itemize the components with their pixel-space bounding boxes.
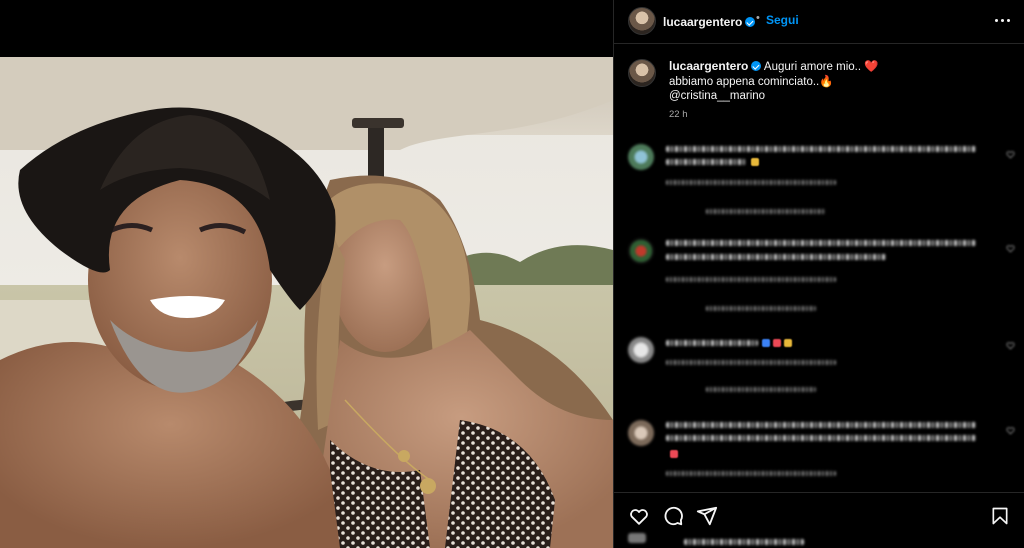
more-options-icon[interactable] — [995, 19, 1011, 23]
post-image — [0, 0, 613, 548]
view-replies-link[interactable] — [706, 387, 816, 392]
heart-icon[interactable] — [628, 505, 650, 527]
like-comment-icon[interactable] — [1006, 426, 1015, 435]
emoji-icon — [670, 450, 678, 458]
comment-meta — [666, 471, 836, 476]
likes-summary[interactable] — [684, 539, 804, 545]
caption-text: lucaargentero Auguri amore mio.. ❤️ abbi… — [669, 59, 1009, 104]
comment-text — [666, 159, 746, 165]
comment-meta — [666, 360, 836, 365]
separator-dot: • — [756, 12, 760, 24]
author-name-row: lucaargentero — [663, 13, 756, 31]
post-sidebar: lucaargentero • Segui lucaargentero Augu… — [613, 0, 1024, 548]
emoji-icon — [762, 339, 770, 347]
like-comment-icon[interactable] — [1006, 244, 1015, 253]
comment-text — [666, 422, 976, 428]
caption-username[interactable]: lucaargentero — [669, 59, 748, 73]
view-replies-link[interactable] — [706, 306, 816, 311]
emoji-icon — [784, 339, 792, 347]
comment-meta — [666, 277, 836, 282]
comment-text — [666, 435, 976, 441]
author-avatar[interactable] — [628, 7, 656, 35]
caption-mention[interactable]: @cristina__marino — [669, 89, 1009, 104]
comment-avatar[interactable] — [628, 420, 654, 446]
comment-meta — [666, 180, 836, 185]
post-photo — [0, 0, 613, 548]
fire-emoji: 🔥 — [819, 75, 834, 88]
comment-text — [666, 340, 758, 346]
comment-avatar[interactable] — [628, 238, 654, 264]
verified-badge-icon — [745, 17, 756, 27]
view-replies-link[interactable] — [706, 209, 826, 214]
like-comment-icon[interactable] — [1006, 341, 1015, 350]
bookmark-icon[interactable] — [990, 505, 1010, 527]
comment-avatar[interactable] — [628, 144, 654, 170]
comment-text — [666, 240, 976, 246]
liker-avatar[interactable] — [628, 533, 646, 543]
comment-text — [666, 254, 886, 260]
emoji-icon — [773, 339, 781, 347]
follow-button[interactable]: Segui — [766, 13, 799, 27]
comment-icon[interactable] — [662, 505, 684, 527]
verified-badge-icon — [751, 61, 762, 71]
caption-timestamp: 22 h — [669, 109, 688, 120]
author-username[interactable]: lucaargentero — [663, 15, 742, 29]
comment-text — [666, 146, 976, 152]
share-icon[interactable] — [696, 505, 718, 527]
comment-avatar[interactable] — [628, 337, 654, 363]
caption-line-2: abbiamo appena cominciato.. — [669, 75, 820, 88]
like-comment-icon[interactable] — [1006, 150, 1015, 159]
caption-line-1: Auguri amore mio.. — [763, 61, 862, 73]
post-action-bar — [614, 492, 1024, 548]
caption-avatar[interactable] — [628, 59, 656, 87]
emoji-icon — [751, 158, 759, 166]
heart-emoji: ❤️ — [864, 61, 879, 73]
post-header: lucaargentero • Segui — [614, 0, 1024, 44]
